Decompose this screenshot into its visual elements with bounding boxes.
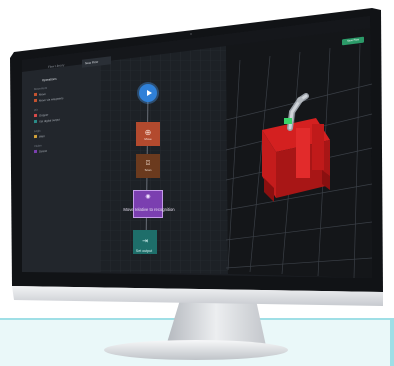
- sidebar-group-logic: Logic Wait: [34, 123, 94, 139]
- eye-icon: ◉: [145, 194, 151, 200]
- tab-new-flow[interactable]: New Flow: [82, 56, 111, 68]
- tab-label: New Flow: [85, 59, 99, 66]
- sidebar-group-io: I/O Gripper Set digital output: [34, 102, 94, 124]
- sidebar: Operations Movement Move Move via waypoi…: [34, 73, 94, 154]
- wait-icon: [34, 134, 37, 139]
- play-icon: [146, 90, 152, 96]
- output-icon: [34, 119, 37, 124]
- app-ui: Flow Library New Flow Save Flow Operatio…: [0, 0, 394, 364]
- move-icon: [34, 92, 37, 97]
- node-label: Move: [144, 136, 152, 141]
- sidebar-group-movement: Movement Move Move via waypoints: [34, 81, 94, 103]
- flow-node-move[interactable]: ⊕ Move: [136, 122, 160, 146]
- tab-label: Flow Library: [48, 62, 65, 70]
- camera-dot: [190, 33, 192, 35]
- node-label: Scan: [144, 168, 152, 172]
- flow-node-move-relative[interactable]: ◉: [133, 190, 163, 218]
- node-label-move-relative: Move relative to recognition: [123, 207, 175, 212]
- flow-node-start[interactable]: [139, 84, 157, 102]
- gripper-icon: [34, 113, 37, 118]
- move-icon: ⊕: [144, 127, 152, 137]
- sidebar-group-vision: Vision Detect: [34, 138, 94, 154]
- flow-node-scan[interactable]: ⌼ Scan: [136, 154, 160, 178]
- waypoint-icon: [34, 98, 37, 103]
- node-label-set-output: Set output: [135, 249, 153, 253]
- camera-icon: ⌼: [145, 160, 151, 167]
- tab-flow-library[interactable]: Flow Library: [48, 63, 64, 69]
- save-flow-button[interactable]: Save Flow: [342, 36, 364, 46]
- eye-icon: [34, 149, 37, 154]
- output-icon: ⇥: [142, 238, 148, 245]
- save-flow-label: Save Flow: [346, 38, 360, 43]
